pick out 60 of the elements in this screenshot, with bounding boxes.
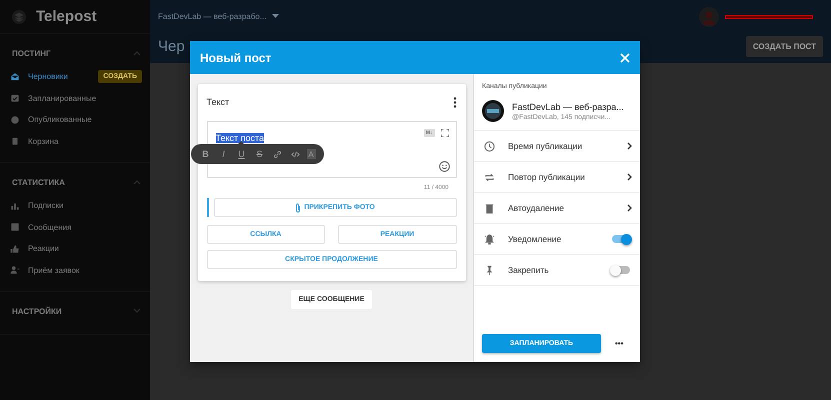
item-icon bbox=[10, 93, 20, 104]
underline-button[interactable]: U bbox=[234, 147, 248, 161]
sidebar-item[interactable]: Реакции bbox=[0, 238, 150, 260]
item-icon bbox=[10, 200, 20, 211]
toggle-switch[interactable] bbox=[612, 235, 630, 243]
sidebar-item[interactable]: Корзина bbox=[0, 130, 150, 152]
setting-label: Закрепить bbox=[508, 265, 550, 275]
create-post-button[interactable]: СОЗДАТЬ ПОСТ bbox=[746, 36, 823, 56]
sidebar-item[interactable]: Сообщения bbox=[0, 216, 150, 238]
setting-row[interactable]: Повтор публикации bbox=[474, 162, 640, 193]
dialog-title: Новый пост bbox=[200, 50, 272, 64]
item-icon bbox=[10, 265, 20, 276]
kebab-menu-icon[interactable] bbox=[452, 96, 456, 108]
close-icon[interactable] bbox=[620, 52, 630, 62]
setting-label: Повтор публикации bbox=[508, 172, 586, 182]
item-icon bbox=[10, 222, 20, 232]
sidebar-item[interactable]: Запланированные bbox=[0, 88, 150, 109]
sidebar-item[interactable]: Опубликованные bbox=[0, 109, 150, 130]
setting-label: Время публикации bbox=[508, 141, 584, 151]
item-icon bbox=[10, 136, 20, 146]
fullscreen-icon[interactable] bbox=[440, 129, 448, 137]
item-icon bbox=[10, 244, 20, 254]
caret-icon bbox=[272, 14, 280, 19]
clear-button[interactable]: A bbox=[306, 149, 316, 159]
repeat-icon bbox=[484, 172, 495, 182]
setting-row[interactable]: Время публикации bbox=[474, 131, 640, 162]
setting-label: Уведомление bbox=[508, 234, 562, 244]
section-title: НАСТРОЙКИ bbox=[12, 306, 62, 316]
sidebar-item[interactable]: Подписки bbox=[0, 195, 150, 216]
section-title: СТАТИСТИКА bbox=[12, 178, 65, 186]
app-logo: Telepost bbox=[36, 8, 97, 25]
item-icon bbox=[10, 72, 20, 82]
setting-row[interactable]: Закрепить bbox=[474, 255, 640, 286]
italic-button[interactable]: I bbox=[216, 147, 230, 161]
setting-row[interactable]: Уведомление bbox=[474, 224, 640, 255]
chevron-right-icon bbox=[627, 142, 632, 150]
more-button[interactable]: ••• bbox=[611, 339, 628, 348]
channel-avatar-icon bbox=[482, 100, 504, 122]
bell-icon bbox=[484, 234, 495, 244]
clock-icon bbox=[484, 140, 495, 152]
sidebar-item[interactable]: Приём заявок bbox=[0, 260, 150, 281]
channel-select[interactable]: FastDevLab — веб-разрабо... bbox=[158, 12, 280, 21]
card-title: Текст bbox=[206, 97, 230, 107]
strike-button[interactable]: S bbox=[252, 147, 266, 161]
layers-icon bbox=[12, 10, 26, 24]
emoji-icon[interactable] bbox=[438, 161, 450, 172]
page-title: Чер bbox=[158, 38, 185, 54]
setting-label: Автоудаление bbox=[508, 203, 565, 213]
chevron-right-icon bbox=[627, 204, 632, 212]
channel-name: FastDevLab — веб-разра... bbox=[512, 102, 624, 112]
item-icon bbox=[10, 114, 20, 125]
trash-icon bbox=[484, 202, 495, 214]
link-icon bbox=[273, 150, 282, 158]
code-icon bbox=[291, 150, 300, 158]
pin-icon bbox=[484, 264, 495, 276]
chevron-right-icon bbox=[627, 173, 632, 181]
setting-row[interactable]: Автоудаление bbox=[474, 193, 640, 224]
paperclip-icon bbox=[295, 202, 302, 212]
section-title: ПОСТИНГ bbox=[12, 48, 50, 58]
toggle-switch[interactable] bbox=[612, 266, 630, 274]
